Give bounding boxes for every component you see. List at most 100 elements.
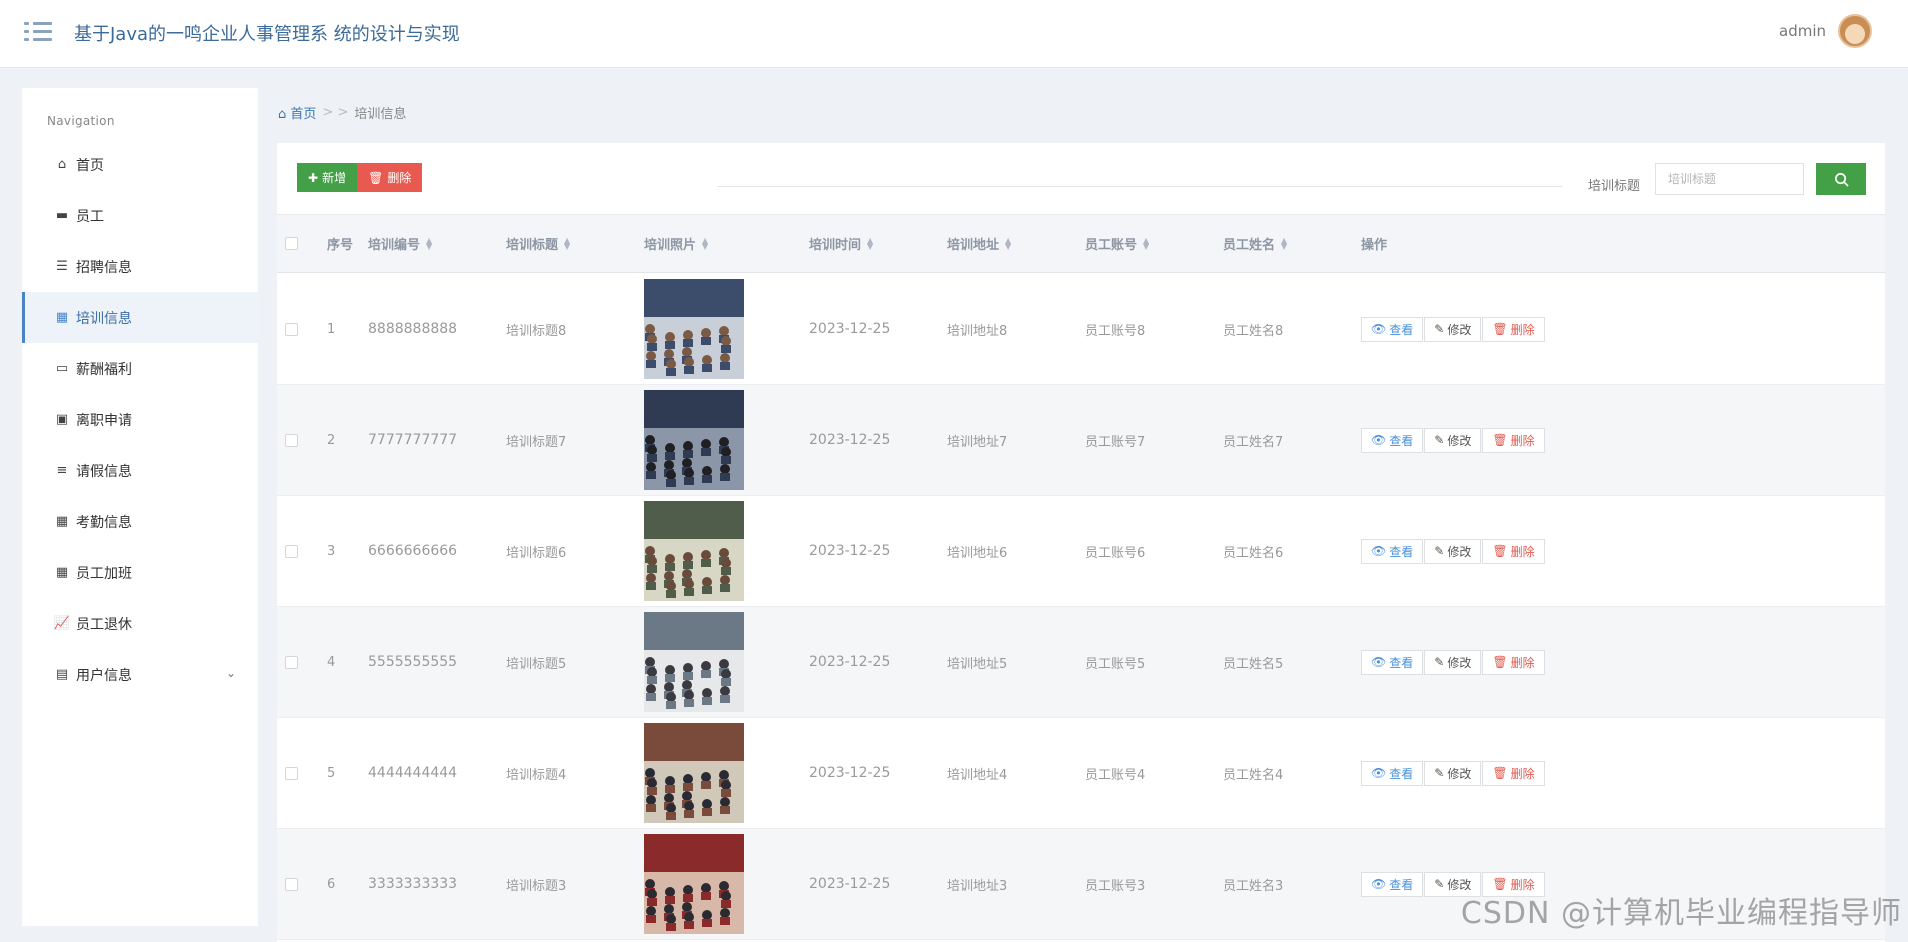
sidebar-item-label: 首页 (76, 157, 104, 174)
cell-photo (644, 829, 744, 939)
row-checkbox[interactable] (285, 544, 298, 558)
home-icon: ⌂ (57, 157, 67, 172)
column-header-actions: 操作 (1361, 238, 1388, 253)
row-checkbox[interactable] (285, 322, 298, 336)
page-scrollbar[interactable] (1900, 68, 1908, 942)
sort-icon: ▲ ▼ (1143, 235, 1150, 251)
cell-photo (644, 385, 744, 495)
edit-button[interactable]: ✎ 修改 (1424, 538, 1482, 564)
sidebar-item-1[interactable]: ▬ 员工 (22, 190, 258, 241)
edit-icon: ✎ (1434, 322, 1445, 336)
sidebar-item-2[interactable]: ☰ 招聘信息 (22, 241, 258, 292)
breadcrumb-home[interactable]: ⌂ 首页 (278, 103, 316, 122)
chevron-down-icon: ⌄ (225, 666, 236, 680)
sidebar-item-4[interactable]: ▭ 薪酬福利 (22, 343, 258, 394)
id-card-icon: ▤ (55, 667, 69, 682)
column-header-name[interactable]: 员工姓名 ▲ ▼ (1223, 215, 1287, 272)
search-label: 培训标题 (1588, 179, 1641, 194)
meeting-photo[interactable] (644, 390, 744, 490)
row-checkbox[interactable] (285, 877, 298, 891)
column-header-address[interactable]: 培训地址 ▲ ▼ (947, 215, 1011, 272)
seminar-photo[interactable] (644, 612, 744, 712)
table-row[interactable]: 5 4444444444 培训标题4 2023-12-25 培训地址4 员工账号4 员工姓名… (277, 718, 1885, 829)
cell-title: 培训标题4 (506, 767, 567, 783)
sidebar-item-label: 员工 (76, 208, 104, 225)
cell-address: 培训地址6 (947, 545, 1008, 561)
edit-button[interactable]: ✎ 修改 (1424, 760, 1482, 786)
column-header-title[interactable]: 培训标题 ▲ ▼ (506, 215, 570, 272)
sort-icon: ▲ ▼ (564, 235, 571, 251)
sort-icon: ▲ ▼ (1281, 235, 1288, 251)
delete-button[interactable]: 🗑 删除 (1482, 427, 1545, 453)
column-header-code[interactable]: 培训编号 ▲ ▼ (368, 215, 432, 272)
eye-icon: 👁 (1371, 433, 1387, 447)
view-button[interactable]: 👁 查看 (1361, 649, 1424, 675)
conference-photo[interactable] (644, 834, 744, 934)
app-title: 基于Java的一鸣企业人事管理系 统的设计与实现 (74, 24, 460, 45)
delete-button[interactable]: 🗑 删除 (1482, 538, 1545, 564)
edit-button[interactable]: ✎ 修改 (1424, 649, 1482, 675)
cell-title: 培训标题3 (506, 878, 567, 894)
classroom-photo[interactable] (644, 501, 744, 601)
sidebar-item-7[interactable]: ▦ 考勤信息 (22, 496, 258, 547)
sliders-icon: ≡ (56, 463, 68, 478)
column-header-time[interactable]: 培训时间 ▲ ▼ (809, 215, 873, 272)
cell-actions: 👁 查看 ✎ 修改 🗑 删除 (1361, 607, 1546, 717)
cell-photo (644, 274, 744, 384)
cell-account: 员工账号4 (1085, 767, 1146, 783)
edit-button[interactable]: ✎ 修改 (1424, 316, 1482, 342)
delete-button[interactable]: 🗑 删除 (1482, 760, 1545, 786)
grid-icon: ▦ (55, 310, 69, 325)
lecture-hall-photo[interactable] (644, 723, 744, 823)
content-panel: ✚ 新增 🗑 删除 培训标题 序号 培训编号▲▼ 培训标题▲▼ 培训照片▲▼ 培… (277, 143, 1885, 942)
add-button-label: 新增 (322, 171, 347, 185)
cell-time: 2023-12-25 (809, 876, 891, 892)
column-header-account[interactable]: 员工账号 ▲ ▼ (1085, 215, 1149, 272)
view-button[interactable]: 👁 查看 (1361, 760, 1424, 786)
cell-address: 培训地址5 (947, 656, 1008, 672)
meeting-photo[interactable] (644, 279, 744, 379)
cell-account: 员工账号5 (1085, 656, 1146, 672)
delete-button[interactable]: 🗑 删除 (1482, 649, 1545, 675)
sidebar-item-3[interactable]: ▦ 培训信息 (22, 292, 258, 343)
sidebar-item-0[interactable]: ⌂ 首页 (22, 139, 258, 190)
table-row[interactable]: 3 6666666666 培训标题6 2023-12-25 培训地址6 员工账号6 员工姓名… (277, 496, 1885, 607)
menu-toggle-icon[interactable] (24, 20, 52, 44)
delete-button[interactable]: 🗑 删除 (1482, 316, 1545, 342)
cell-photo (644, 496, 744, 606)
sidebar-item-label: 员工加班 (76, 565, 132, 582)
user-name[interactable]: admin (1779, 22, 1826, 40)
sidebar-item-label: 考勤信息 (76, 514, 132, 531)
table-row[interactable]: 4 5555555555 培训标题5 2023-12-25 培训地址5 员工账号5 员工姓名… (277, 607, 1885, 718)
batch-delete-button[interactable]: 🗑 删除 (357, 163, 423, 192)
cell-code: 4444444444 (368, 765, 458, 781)
table-row[interactable]: 2 7777777777 培训标题7 2023-12-25 培训地址7 员工账号7 员工姓名… (277, 385, 1885, 496)
column-header-photo[interactable]: 培训照片 ▲ ▼ (644, 215, 708, 272)
table-row[interactable]: 1 8888888888 培训标题8 2023-12-25 培训地址8 员工账号8 员工姓名… (277, 274, 1885, 385)
search-input[interactable] (1655, 163, 1804, 195)
cell-title: 培训标题8 (506, 323, 567, 339)
cell-code: 7777777777 (368, 432, 458, 448)
sidebar-item-5[interactable]: ▣ 离职申请 (22, 394, 258, 445)
view-button[interactable]: 👁 查看 (1361, 871, 1424, 897)
top-bar: 基于Java的一鸣企业人事管理系 统的设计与实现 admin (0, 0, 1908, 68)
cell-name: 员工姓名5 (1223, 656, 1284, 672)
search-button[interactable] (1816, 163, 1866, 195)
row-checkbox[interactable] (285, 655, 298, 669)
edit-button[interactable]: ✎ 修改 (1424, 427, 1482, 453)
sidebar-item-6[interactable]: ≡ 请假信息 (22, 445, 258, 496)
add-button[interactable]: ✚ 新增 (297, 163, 358, 192)
view-button[interactable]: 👁 查看 (1361, 538, 1424, 564)
avatar[interactable] (1838, 14, 1872, 48)
cell-time: 2023-12-25 (809, 543, 891, 559)
cell-address: 培训地址8 (947, 323, 1008, 339)
view-button[interactable]: 👁 查看 (1361, 427, 1424, 453)
sidebar-item-8[interactable]: ▦ 员工加班 (22, 547, 258, 598)
select-all-checkbox[interactable] (285, 237, 298, 250)
view-button[interactable]: 👁 查看 (1361, 316, 1424, 342)
cell-title: 培训标题5 (506, 656, 567, 672)
row-checkbox[interactable] (285, 433, 298, 447)
row-checkbox[interactable] (285, 766, 298, 780)
sidebar-item-9[interactable]: 📈 员工退休 (22, 598, 258, 649)
sidebar-item-10[interactable]: ▤ 用户信息 ⌄ (22, 649, 258, 700)
